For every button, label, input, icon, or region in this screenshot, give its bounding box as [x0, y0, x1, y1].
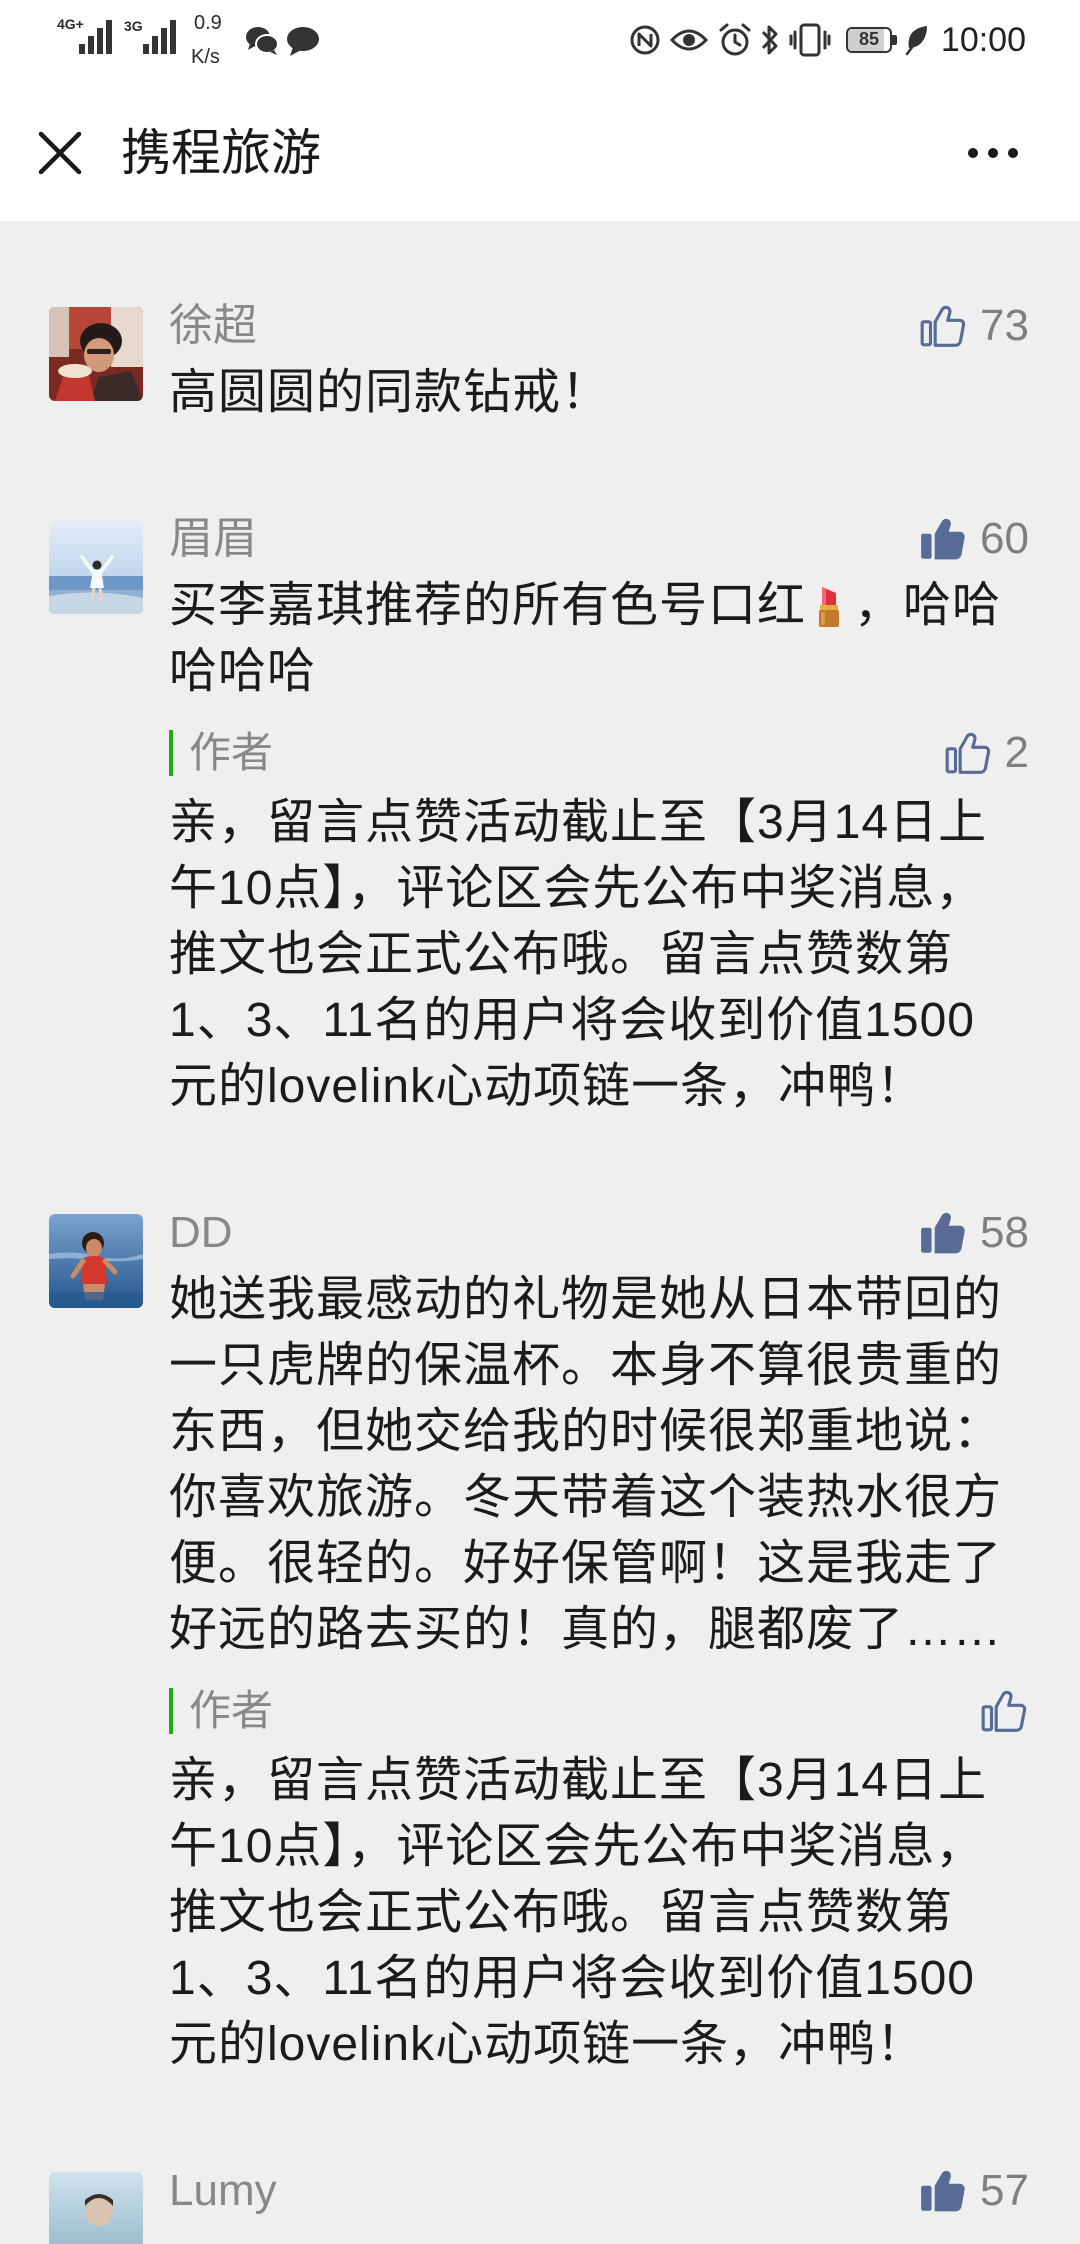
thumbs-up-outline-icon — [943, 728, 993, 778]
top-bar: 4G+ 3G 0.9 K/s 85 10:00 携程旅游 — [0, 0, 1080, 221]
reply-like-button[interactable] — [979, 1685, 1029, 1737]
like-count: 57 — [980, 2166, 1029, 2215]
battery-icon: 85 — [846, 27, 892, 53]
thumbs-up-filled-icon — [918, 1208, 968, 1258]
close-icon — [38, 131, 82, 175]
page-title: 携程旅游 — [121, 125, 321, 181]
commenter-name: 眉眉 — [169, 514, 257, 563]
avatar[interactable] — [49, 307, 143, 401]
like-count: 73 — [980, 301, 1029, 350]
avatar[interactable] — [49, 520, 143, 614]
like-button[interactable]: 73 — [918, 300, 1029, 352]
comment-item: 眉眉 60 买李嘉琪推荐的所有色号口红 ，哈哈 哈哈哈 作者 2 亲，留言点赞活… — [0, 513, 1080, 1120]
wechat-icon — [246, 27, 279, 55]
thumbs-up-filled-icon — [918, 2166, 968, 2216]
comment-text: 买李嘉琪推荐的所有色号口红 — [169, 579, 807, 632]
like-count: 2 — [1004, 728, 1029, 777]
author-label: 作者 — [189, 1687, 274, 1734]
battery-level: 85 — [858, 29, 880, 49]
eye-comfort-icon — [670, 29, 708, 51]
reply-text-line: 推文也会正式公布哦。留言点赞数第 — [169, 928, 954, 981]
reply-text-line: 元的lovelink心动项链一条，冲鸭！ — [169, 2018, 926, 2071]
message-icon — [287, 27, 319, 56]
like-count: 58 — [980, 1208, 1029, 1257]
comment-text-line: 东西，但她交给我的时候很郑重地说： — [169, 1405, 1003, 1458]
comment-item: 徐超 73 高圆圆的同款钻戒！ — [0, 300, 1080, 426]
reply-like-button[interactable]: 2 — [943, 727, 1029, 779]
reply-text-line: 推文也会正式公布哦。留言点赞数第 — [169, 1886, 954, 1939]
reply-text-line: 亲，留言点赞活动截止至【3月14日上 — [169, 796, 988, 849]
comment-text-line: 你喜欢旅游。冬天带着这个装热水很方 — [169, 1471, 1003, 1524]
network-speed-value: 0.9 — [194, 12, 222, 34]
nfc-icon — [630, 25, 660, 55]
reply-text-line: 1、3、11名的用户将会收到价值1500 — [169, 994, 976, 1047]
like-button[interactable]: 60 — [918, 513, 1029, 565]
lipstick-emoji-icon — [812, 583, 846, 629]
comment-text: ，哈哈 — [854, 579, 1002, 632]
author-label: 作者 — [189, 729, 274, 776]
author-reply-marker — [169, 730, 173, 776]
like-button[interactable]: 57 — [918, 2165, 1029, 2217]
comment-text-line: 买李嘉琪推荐的所有色号口红 ，哈哈 — [169, 573, 1029, 639]
author-reply-marker — [169, 1688, 173, 1734]
close-button[interactable] — [36, 129, 84, 177]
network-type-label: 3G — [124, 18, 143, 34]
like-count: 60 — [980, 514, 1029, 563]
signal-icon — [79, 20, 112, 54]
alarm-icon — [719, 23, 751, 56]
more-icon — [968, 148, 1018, 158]
more-button[interactable] — [962, 133, 1024, 173]
avatar-photo — [49, 2172, 143, 2244]
comment-item: Lumy 57 — [0, 2165, 1080, 2244]
like-button[interactable]: 58 — [918, 1207, 1029, 1259]
status-time: 10:00 — [940, 21, 1026, 59]
bluetooth-icon — [761, 25, 778, 55]
battery-terminal — [892, 35, 897, 45]
power-saving-leaf-icon — [905, 26, 927, 56]
comment-text-line: 好远的路去买的！真的，腿都废了…… — [169, 1603, 1003, 1656]
reply-text-line: 1、3、11名的用户将会收到价值1500 — [169, 1952, 976, 2005]
reply-text-line: 元的lovelink心动项链一条，冲鸭！ — [169, 1060, 926, 1113]
commenter-name: 徐超 — [169, 301, 257, 350]
reply-text-line: 午10点】，评论区会先公布中奖消息， — [169, 1820, 985, 1873]
avatar[interactable] — [49, 1214, 143, 1308]
vibrate-icon — [789, 23, 831, 57]
reply-text-line: 午10点】，评论区会先公布中奖消息， — [169, 862, 985, 915]
thumbs-up-outline-icon — [979, 1686, 1029, 1736]
thumbs-up-outline-icon — [918, 301, 968, 351]
comment-text-line: 便。很轻的。好好保管啊！这是我走了 — [169, 1537, 1003, 1590]
network-speed-unit: K/s — [191, 46, 220, 68]
reply-text-line: 亲，留言点赞活动截止至【3月14日上 — [169, 1754, 988, 1807]
avatar-photo — [49, 307, 143, 401]
author-reply: 作者 2 亲，留言点赞活动截止至【3月14日上 午10点】，评论区会先公布中奖消… — [169, 727, 1029, 1120]
avatar[interactable] — [49, 2172, 143, 2244]
commenter-name: Lumy — [169, 2166, 277, 2215]
signal-icon — [143, 20, 176, 54]
avatar-photo — [49, 1214, 143, 1308]
author-reply: 作者 亲，留言点赞活动截止至【3月14日上 午10点】，评论区会先公布中奖消息，… — [169, 1685, 1029, 2078]
comment-text-line: 她送我最感动的礼物是她从日本带回的 — [169, 1273, 1003, 1326]
comment-text-line: 一只虎牌的保温杯。本身不算很贵重的 — [169, 1339, 1003, 1392]
avatar-photo — [49, 520, 143, 614]
comment-text-line: 哈哈哈 — [169, 645, 317, 698]
comment-text-line: 高圆圆的同款钻戒！ — [169, 366, 611, 419]
thumbs-up-filled-icon — [918, 514, 968, 564]
comment-item: DD 58 她送我最感动的礼物是她从日本带回的 一只虎牌的保温杯。本身不算很贵重… — [0, 1207, 1080, 2078]
comment-list: 徐超 73 高圆圆的同款钻戒！ 眉眉 60 买李嘉琪推荐的所有色号口红 ，哈哈 … — [0, 221, 1080, 2244]
commenter-name: DD — [169, 1208, 233, 1257]
